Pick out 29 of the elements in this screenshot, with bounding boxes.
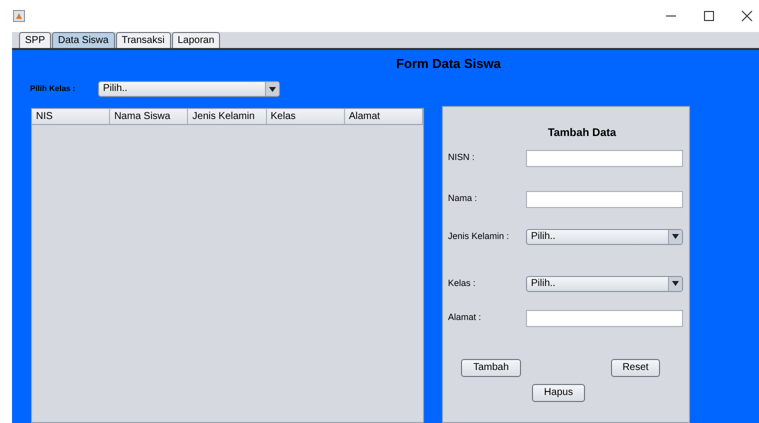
dropdown[interactable]: Pilih..: [98, 81, 280, 97]
delete-button[interactable]: Hapus: [532, 384, 585, 402]
column-header[interactable]: Kelas: [266, 109, 345, 124]
close-icon[interactable]: [741, 10, 753, 22]
tab[interactable]: SPP: [19, 32, 52, 48]
field-label: Alamat :: [448, 311, 482, 324]
text-field[interactable]: [526, 150, 683, 166]
maximize-icon[interactable]: [703, 10, 715, 22]
tab[interactable]: Data Siswa: [52, 32, 115, 48]
field-label: Jenis Kelamin :: [448, 230, 510, 243]
form-title: Form Data Siswa: [396, 56, 501, 72]
dropdown[interactable]: Pilih..: [526, 276, 683, 292]
panel-title: Tambah Data: [548, 126, 616, 141]
column-header[interactable]: Alamat: [344, 109, 424, 124]
tab[interactable]: Laporan: [172, 32, 220, 48]
column-header[interactable]: Jenis Kelamin: [188, 109, 267, 124]
app-icon: [13, 10, 25, 22]
column-header[interactable]: Nama Siswa: [110, 109, 188, 124]
field-label: Nama :: [448, 192, 478, 206]
tab[interactable]: Transaksi: [116, 32, 171, 48]
text-field[interactable]: [526, 310, 683, 326]
dropdown[interactable]: Pilih..: [526, 228, 683, 244]
filter-label: Pilih Kelas :: [30, 83, 76, 95]
reset-button[interactable]: Reset: [611, 358, 660, 376]
add-button[interactable]: Tambah: [461, 358, 521, 376]
column-header[interactable]: NIS: [32, 109, 110, 124]
field-label: Kelas :: [448, 276, 477, 290]
field-label: NISN :: [448, 151, 476, 164]
text-field[interactable]: [526, 190, 683, 208]
